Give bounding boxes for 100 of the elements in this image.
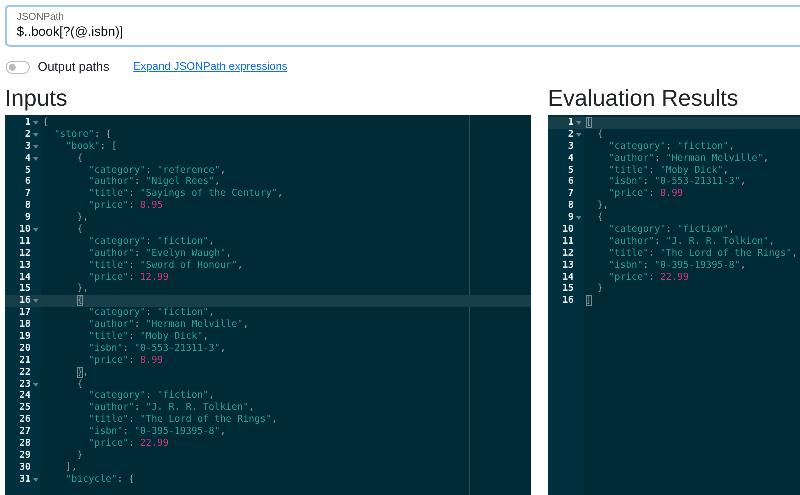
code-line: "price": 8.95 <box>88 200 164 212</box>
fold-icon[interactable] <box>576 216 582 220</box>
code-line: }, <box>41 366 89 379</box>
line-number: 14 <box>562 272 574 284</box>
code-line: "author": "Herman Melville", <box>88 319 249 332</box>
line-number: 21 <box>18 354 31 367</box>
line-number: 14 <box>18 272 31 284</box>
line-number: 20 <box>18 342 31 355</box>
code-line: "title": "Sword of Honour", <box>88 260 244 272</box>
code-line: { <box>76 152 84 165</box>
line-number: 13 <box>18 260 31 272</box>
code-line: "author": "J. R. R. Tolkien", <box>88 402 255 414</box>
line-number: 7 <box>567 188 574 200</box>
code-line: { <box>596 212 604 224</box>
code-line: "author": "J. R. R. Tolkien", <box>608 236 775 248</box>
line-number: 7 <box>24 188 31 200</box>
line-number: 27 <box>18 426 31 438</box>
line-number: 5 <box>24 164 31 176</box>
line-number: 10 <box>562 224 574 236</box>
line-number: 15 <box>562 283 574 296</box>
line-number: 31 <box>18 474 31 486</box>
fold-icon[interactable] <box>33 156 39 161</box>
line-number: 9 <box>567 212 574 224</box>
code-line: "isbn": "0-553-21311-3", <box>88 342 226 355</box>
code-line: "title": "Moby Dick", <box>608 164 730 176</box>
code-line: "isbn": "0-395-19395-8", <box>608 260 746 272</box>
line-number: 17 <box>18 307 31 320</box>
line-number: 25 <box>18 402 31 414</box>
code-line: { <box>42 117 49 129</box>
jsonpath-input-field[interactable]: JSONPath $..book[?(@.isbn)] <box>5 5 800 47</box>
fold-icon[interactable] <box>33 120 39 125</box>
fold-icon[interactable] <box>576 132 582 137</box>
line-number: 3 <box>567 140 574 153</box>
fold-icon[interactable] <box>33 144 39 149</box>
code-line: "category": "fiction", <box>88 307 215 320</box>
code-line: "price": 22.99 <box>88 438 169 450</box>
code-line: "title": "The Lord of the Rings", <box>608 248 798 260</box>
line-number: 4 <box>567 152 574 165</box>
code-line: "author": "Herman Melville", <box>608 152 770 165</box>
fold-icon[interactable] <box>576 120 582 125</box>
section-heading: Inputs <box>5 85 69 111</box>
line-number: 2 <box>24 128 31 141</box>
fold-icon[interactable] <box>33 299 39 304</box>
code-line: "price": 22.99 <box>608 272 689 284</box>
line-number: 2 <box>567 128 574 141</box>
fold-icon[interactable] <box>33 382 39 387</box>
code-line: ] <box>585 295 592 308</box>
code-line: } <box>76 450 84 462</box>
code-line: "isbn": "0-395-19395-8", <box>88 426 226 438</box>
expand-link[interactable]: Expand JSONPath expressions <box>134 61 288 73</box>
code-line: { <box>76 378 84 390</box>
line-number: 19 <box>18 331 31 343</box>
code-line: "price": 12.99 <box>88 272 169 284</box>
line-number: 13 <box>562 260 574 272</box>
fold-icon[interactable] <box>33 478 39 482</box>
line-number: 23 <box>18 378 31 390</box>
line-number: 22 <box>18 366 31 379</box>
code-editor[interactable] <box>5 115 531 495</box>
code-line: "title": "Moby Dick", <box>88 331 209 343</box>
line-number: 11 <box>562 236 574 248</box>
line-number: 10 <box>18 224 31 236</box>
line-number: 12 <box>562 248 574 260</box>
line-number: 16 <box>562 295 574 308</box>
code-line: "price": 8.99 <box>88 354 164 367</box>
toggle-switch[interactable] <box>6 60 30 74</box>
code-line: "author": "Evelyn Waugh", <box>88 248 232 260</box>
code-line: { <box>596 128 604 141</box>
code-line: "title": "Sayings of the Century", <box>88 188 284 200</box>
code-line: [ <box>585 117 592 129</box>
code-line: { <box>41 295 84 308</box>
line-number: 8 <box>24 200 31 212</box>
code-line: "title": "The Lord of the Rings", <box>88 414 278 426</box>
line-number: 6 <box>24 176 31 188</box>
toggle-label: Output paths <box>38 60 110 74</box>
line-number: 9 <box>24 212 31 224</box>
line-number: 26 <box>18 414 31 426</box>
line-number: 24 <box>18 390 31 402</box>
code-line: "category": "fiction", <box>608 140 735 153</box>
line-number: 15 <box>18 283 31 296</box>
code-line: "store": { <box>53 128 112 141</box>
line-number: 29 <box>18 450 31 462</box>
line-number: 5 <box>567 164 574 176</box>
line-number: 30 <box>18 462 31 474</box>
code-line: ], <box>64 462 78 474</box>
line-number: 8 <box>567 200 574 212</box>
fold-icon[interactable] <box>33 228 39 232</box>
code-line: "bicycle": { <box>64 474 135 486</box>
line-number: 16 <box>18 295 31 308</box>
code-line: "price": 8.99 <box>608 188 684 200</box>
code-line: }, <box>596 200 609 212</box>
fold-icon[interactable] <box>33 132 39 137</box>
line-number: 3 <box>24 140 31 153</box>
code-line: "isbn": "0-553-21311-3", <box>608 176 746 188</box>
code-line: }, <box>76 283 89 296</box>
code-line: "book": [ <box>64 140 118 153</box>
code-line: "category": "fiction", <box>608 224 735 236</box>
code-editor[interactable] <box>548 115 800 495</box>
field-value: $..book[?(@.isbn)] <box>17 24 124 39</box>
code-line: "author": "Nigel Rees", <box>88 176 220 188</box>
field-label: JSONPath <box>17 12 66 23</box>
